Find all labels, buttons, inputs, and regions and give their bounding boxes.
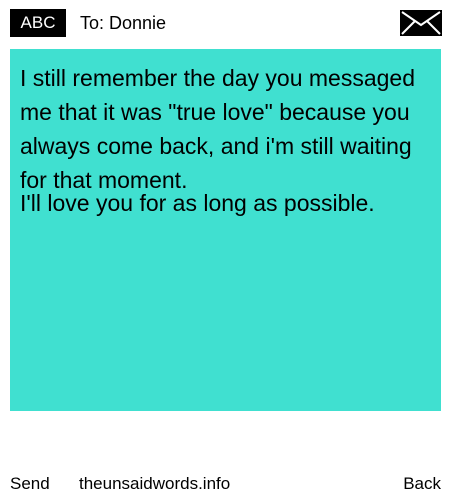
recipient-label: To: Donnie: [80, 13, 167, 33]
envelope-icon[interactable]: [400, 10, 442, 36]
envelope-icon-graphic: [400, 10, 442, 36]
footer-bar: Send theunsaidwords.info Back: [0, 472, 450, 496]
message-paragraph: I still remember the day you messaged me…: [20, 65, 416, 193]
send-button[interactable]: Send: [10, 472, 50, 496]
message-body: I still remember the day you messaged me…: [10, 49, 441, 411]
site-name: theunsaidwords.info: [79, 474, 231, 493]
abc-badge: ABC: [10, 9, 66, 37]
message-paragraph: I'll love you for as long as possible.: [20, 190, 375, 216]
header-bar: ABC To: Donnie: [0, 0, 450, 44]
back-button[interactable]: Back: [403, 472, 441, 496]
